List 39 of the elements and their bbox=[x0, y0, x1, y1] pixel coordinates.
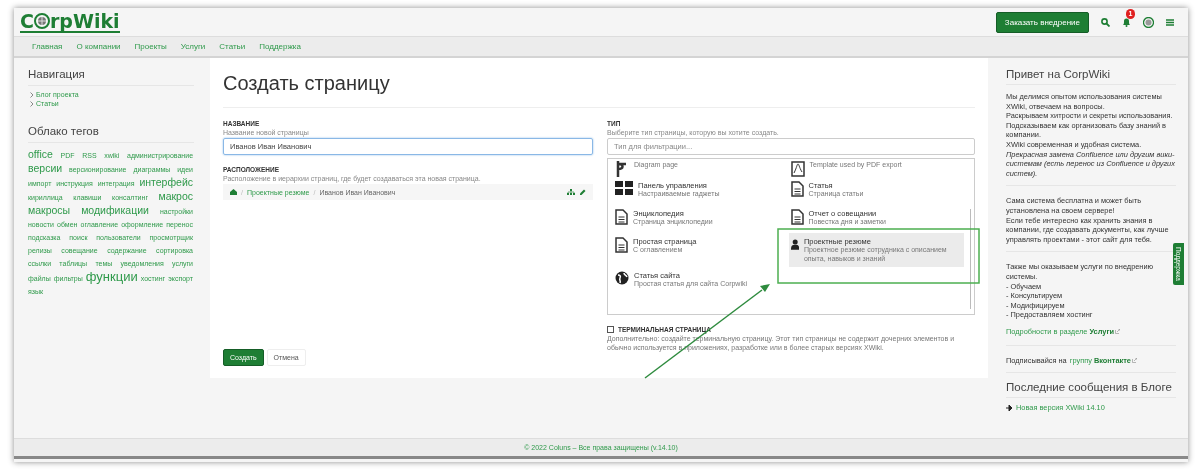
section-title: Облако тегов bbox=[28, 125, 194, 143]
tag-link[interactable]: функции bbox=[85, 270, 138, 283]
nav-link[interactable]: О компании bbox=[76, 42, 121, 51]
nav-link[interactable]: Статьи bbox=[219, 42, 246, 51]
person-icon bbox=[790, 237, 799, 252]
document-icon bbox=[790, 161, 805, 177]
document-icon bbox=[790, 181, 804, 197]
checkbox[interactable] bbox=[607, 326, 614, 333]
arrow-icon bbox=[1006, 404, 1013, 411]
sitemap-icon[interactable] bbox=[567, 189, 575, 195]
tag-link[interactable]: модификации bbox=[81, 204, 149, 217]
logo-text: C bbox=[20, 11, 34, 31]
logo-text: rpWiki bbox=[49, 11, 120, 31]
order-button[interactable]: Заказать внедрение bbox=[995, 11, 1089, 33]
external-link-icon bbox=[1132, 358, 1137, 364]
document-icon bbox=[790, 209, 804, 225]
external-link-icon bbox=[1115, 328, 1121, 334]
nav-link[interactable]: Поддержка bbox=[259, 42, 301, 51]
page-title: Создать страницу bbox=[223, 72, 975, 108]
pencil-icon[interactable] bbox=[579, 188, 586, 196]
bell-icon[interactable] bbox=[1122, 17, 1131, 27]
nav-link[interactable]: Услуги bbox=[180, 42, 206, 51]
tag-link[interactable]: макросы bbox=[28, 204, 71, 217]
tag-link[interactable]: версии bbox=[28, 162, 63, 175]
home-icon[interactable] bbox=[230, 189, 237, 195]
dashboard-icon bbox=[615, 181, 633, 195]
nav-link[interactable]: Главная bbox=[32, 42, 63, 51]
document-icon bbox=[615, 237, 628, 253]
sidebar-title: Привет на CorpWiki bbox=[1006, 68, 1176, 85]
section-title: Навигация bbox=[28, 68, 194, 86]
document-icon bbox=[615, 209, 628, 225]
sidebar-title: Последние сообщения в Блоге bbox=[1006, 381, 1176, 399]
tag-link[interactable]: макрос bbox=[158, 190, 193, 203]
tag-link[interactable]: office bbox=[28, 148, 53, 161]
logo[interactable]: C rpWiki bbox=[20, 11, 120, 33]
tag-link[interactable]: интерфейс bbox=[139, 176, 193, 189]
menu-icon[interactable] bbox=[1166, 18, 1174, 26]
nav-link[interactable]: Проекты bbox=[134, 42, 167, 51]
search-icon[interactable] bbox=[1101, 17, 1110, 27]
